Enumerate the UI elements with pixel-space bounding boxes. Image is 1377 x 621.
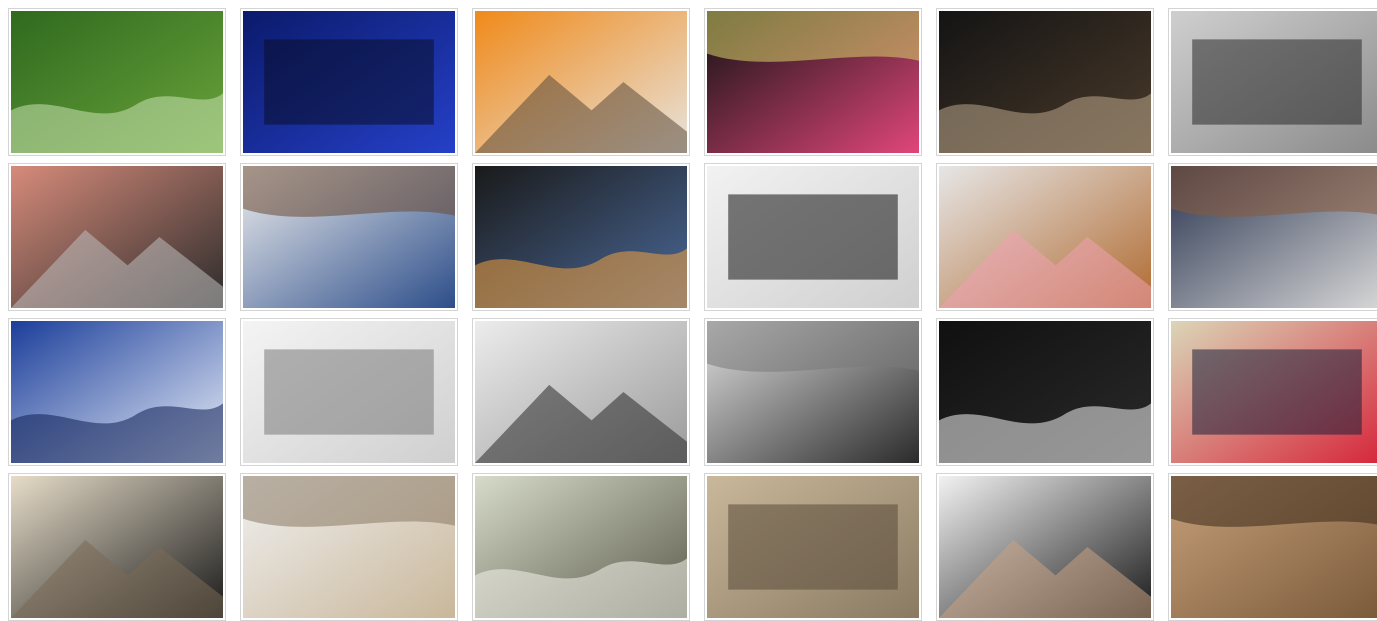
thumbnail-image: [11, 11, 223, 153]
gallery-thumbnail[interactable]: [936, 163, 1154, 311]
gallery-thumbnail[interactable]: [704, 473, 922, 621]
thumbnail-image: [939, 476, 1151, 618]
photo-placeholder: [243, 321, 455, 463]
gallery-thumbnail[interactable]: [936, 318, 1154, 466]
gallery-thumbnail[interactable]: [472, 473, 690, 621]
photo-placeholder: [939, 476, 1151, 618]
thumbnail-image: [707, 166, 919, 308]
thumbnail-image: [11, 476, 223, 618]
photo-placeholder: [939, 11, 1151, 153]
thumbnail-image: [243, 11, 455, 153]
gallery-thumbnail[interactable]: [472, 318, 690, 466]
photo-placeholder: [11, 476, 223, 618]
gallery-thumbnail[interactable]: [240, 8, 458, 156]
thumbnail-image: [243, 166, 455, 308]
gallery-thumbnail[interactable]: [240, 318, 458, 466]
thumbnail-image: [475, 11, 687, 153]
thumbnail-image: [939, 321, 1151, 463]
gallery-thumbnail[interactable]: [240, 163, 458, 311]
gallery-thumbnail[interactable]: [8, 318, 226, 466]
photo-placeholder: [1171, 476, 1377, 618]
gallery-thumbnail[interactable]: [704, 163, 922, 311]
photo-placeholder: [475, 321, 687, 463]
thumbnail-image: [11, 166, 223, 308]
thumbnail-image: [939, 11, 1151, 153]
photo-placeholder: [243, 166, 455, 308]
thumbnail-image: [707, 321, 919, 463]
thumbnail-image: [1171, 11, 1377, 153]
thumbnail-image: [475, 476, 687, 618]
thumbnail-image: [11, 321, 223, 463]
gallery-thumbnail[interactable]: [1168, 473, 1377, 621]
thumbnail-image: [243, 321, 455, 463]
gallery-thumbnail[interactable]: [1168, 8, 1377, 156]
thumbnail-image: [243, 476, 455, 618]
image-gallery-grid: [0, 0, 1377, 621]
photo-placeholder: [707, 11, 919, 153]
gallery-thumbnail[interactable]: [704, 8, 922, 156]
gallery-thumbnail[interactable]: [8, 163, 226, 311]
gallery-thumbnail[interactable]: [704, 318, 922, 466]
gallery-thumbnail[interactable]: [8, 8, 226, 156]
gallery-thumbnail[interactable]: [472, 8, 690, 156]
gallery-thumbnail[interactable]: [936, 8, 1154, 156]
gallery-thumbnail[interactable]: [472, 163, 690, 311]
photo-placeholder: [475, 11, 687, 153]
gallery-thumbnail[interactable]: [936, 473, 1154, 621]
photo-placeholder: [11, 166, 223, 308]
photo-placeholder: [1171, 321, 1377, 463]
photo-placeholder: [11, 321, 223, 463]
thumbnail-image: [707, 11, 919, 153]
photo-placeholder: [243, 11, 455, 153]
photo-placeholder: [1171, 11, 1377, 153]
photo-placeholder: [707, 166, 919, 308]
photo-placeholder: [939, 321, 1151, 463]
gallery-thumbnail[interactable]: [1168, 318, 1377, 466]
thumbnail-image: [1171, 476, 1377, 618]
photo-placeholder: [939, 166, 1151, 308]
photo-placeholder: [1171, 166, 1377, 308]
thumbnail-image: [1171, 166, 1377, 308]
thumbnail-image: [475, 321, 687, 463]
photo-placeholder: [475, 166, 687, 308]
photo-placeholder: [11, 11, 223, 153]
gallery-thumbnail[interactable]: [240, 473, 458, 621]
photo-placeholder: [475, 476, 687, 618]
thumbnail-image: [939, 166, 1151, 308]
photo-placeholder: [243, 476, 455, 618]
photo-placeholder: [707, 476, 919, 618]
thumbnail-image: [475, 166, 687, 308]
photo-placeholder: [707, 321, 919, 463]
thumbnail-image: [1171, 321, 1377, 463]
thumbnail-image: [707, 476, 919, 618]
gallery-thumbnail[interactable]: [8, 473, 226, 621]
gallery-thumbnail[interactable]: [1168, 163, 1377, 311]
